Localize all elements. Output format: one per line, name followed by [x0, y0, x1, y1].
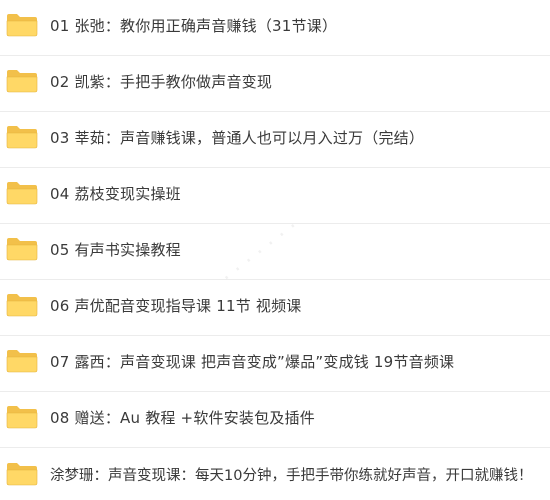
folder-icon [6, 462, 38, 486]
folder-icon [6, 405, 38, 429]
folder-icon [6, 293, 38, 317]
folder-row[interactable]: 01 张弛：教你用正确声音赚钱（31节课） [0, 0, 550, 56]
folder-name: 01 张弛：教你用正确声音赚钱（31节课） [50, 17, 338, 35]
folder-icon [6, 69, 38, 93]
folder-row[interactable]: 02 凯紫：手把手教你做声音变现 [0, 56, 550, 112]
folder-name: 涂梦珊：声音变现课：每天10分钟，手把手带你练就好声音，开口就赚钱！ [50, 468, 533, 484]
folder-icon [6, 237, 38, 261]
folder-row[interactable]: 04 荔枝变现实操班 [0, 168, 550, 224]
folder-name: 08 赠送：Au 教程 +软件安装包及插件 [50, 409, 315, 427]
folder-name: 05 有声书实操教程 [50, 241, 181, 259]
folder-row[interactable]: 03 莘茹：声音赚钱课，普通人也可以月入过万（完结） [0, 112, 550, 168]
folder-name: 06 声优配音变现指导课 11节 视频课 [50, 297, 302, 315]
folder-list: 01 张弛：教你用正确声音赚钱（31节课） 02 凯紫：手把手教你做声音变现 0… [0, 0, 550, 500]
folder-name: 07 露西：声音变现课 把声音变成”爆品”变成钱 19节音频课 [50, 353, 455, 371]
folder-icon [6, 349, 38, 373]
folder-row[interactable]: 07 露西：声音变现课 把声音变成”爆品”变成钱 19节音频课 [0, 336, 550, 392]
folder-row[interactable]: 涂梦珊：声音变现课：每天10分钟，手把手带你练就好声音，开口就赚钱！ [0, 448, 550, 500]
folder-name: 04 荔枝变现实操班 [50, 185, 181, 203]
folder-name: 02 凯紫：手把手教你做声音变现 [50, 73, 273, 91]
folder-row[interactable]: 06 声优配音变现指导课 11节 视频课 [0, 280, 550, 336]
folder-icon [6, 125, 38, 149]
folder-row[interactable]: 05 有声书实操教程 [0, 224, 550, 280]
folder-icon [6, 13, 38, 37]
folder-row[interactable]: 08 赠送：Au 教程 +软件安装包及插件 [0, 392, 550, 448]
folder-name: 03 莘茹：声音赚钱课，普通人也可以月入过万（完结） [50, 129, 425, 147]
folder-icon [6, 181, 38, 205]
